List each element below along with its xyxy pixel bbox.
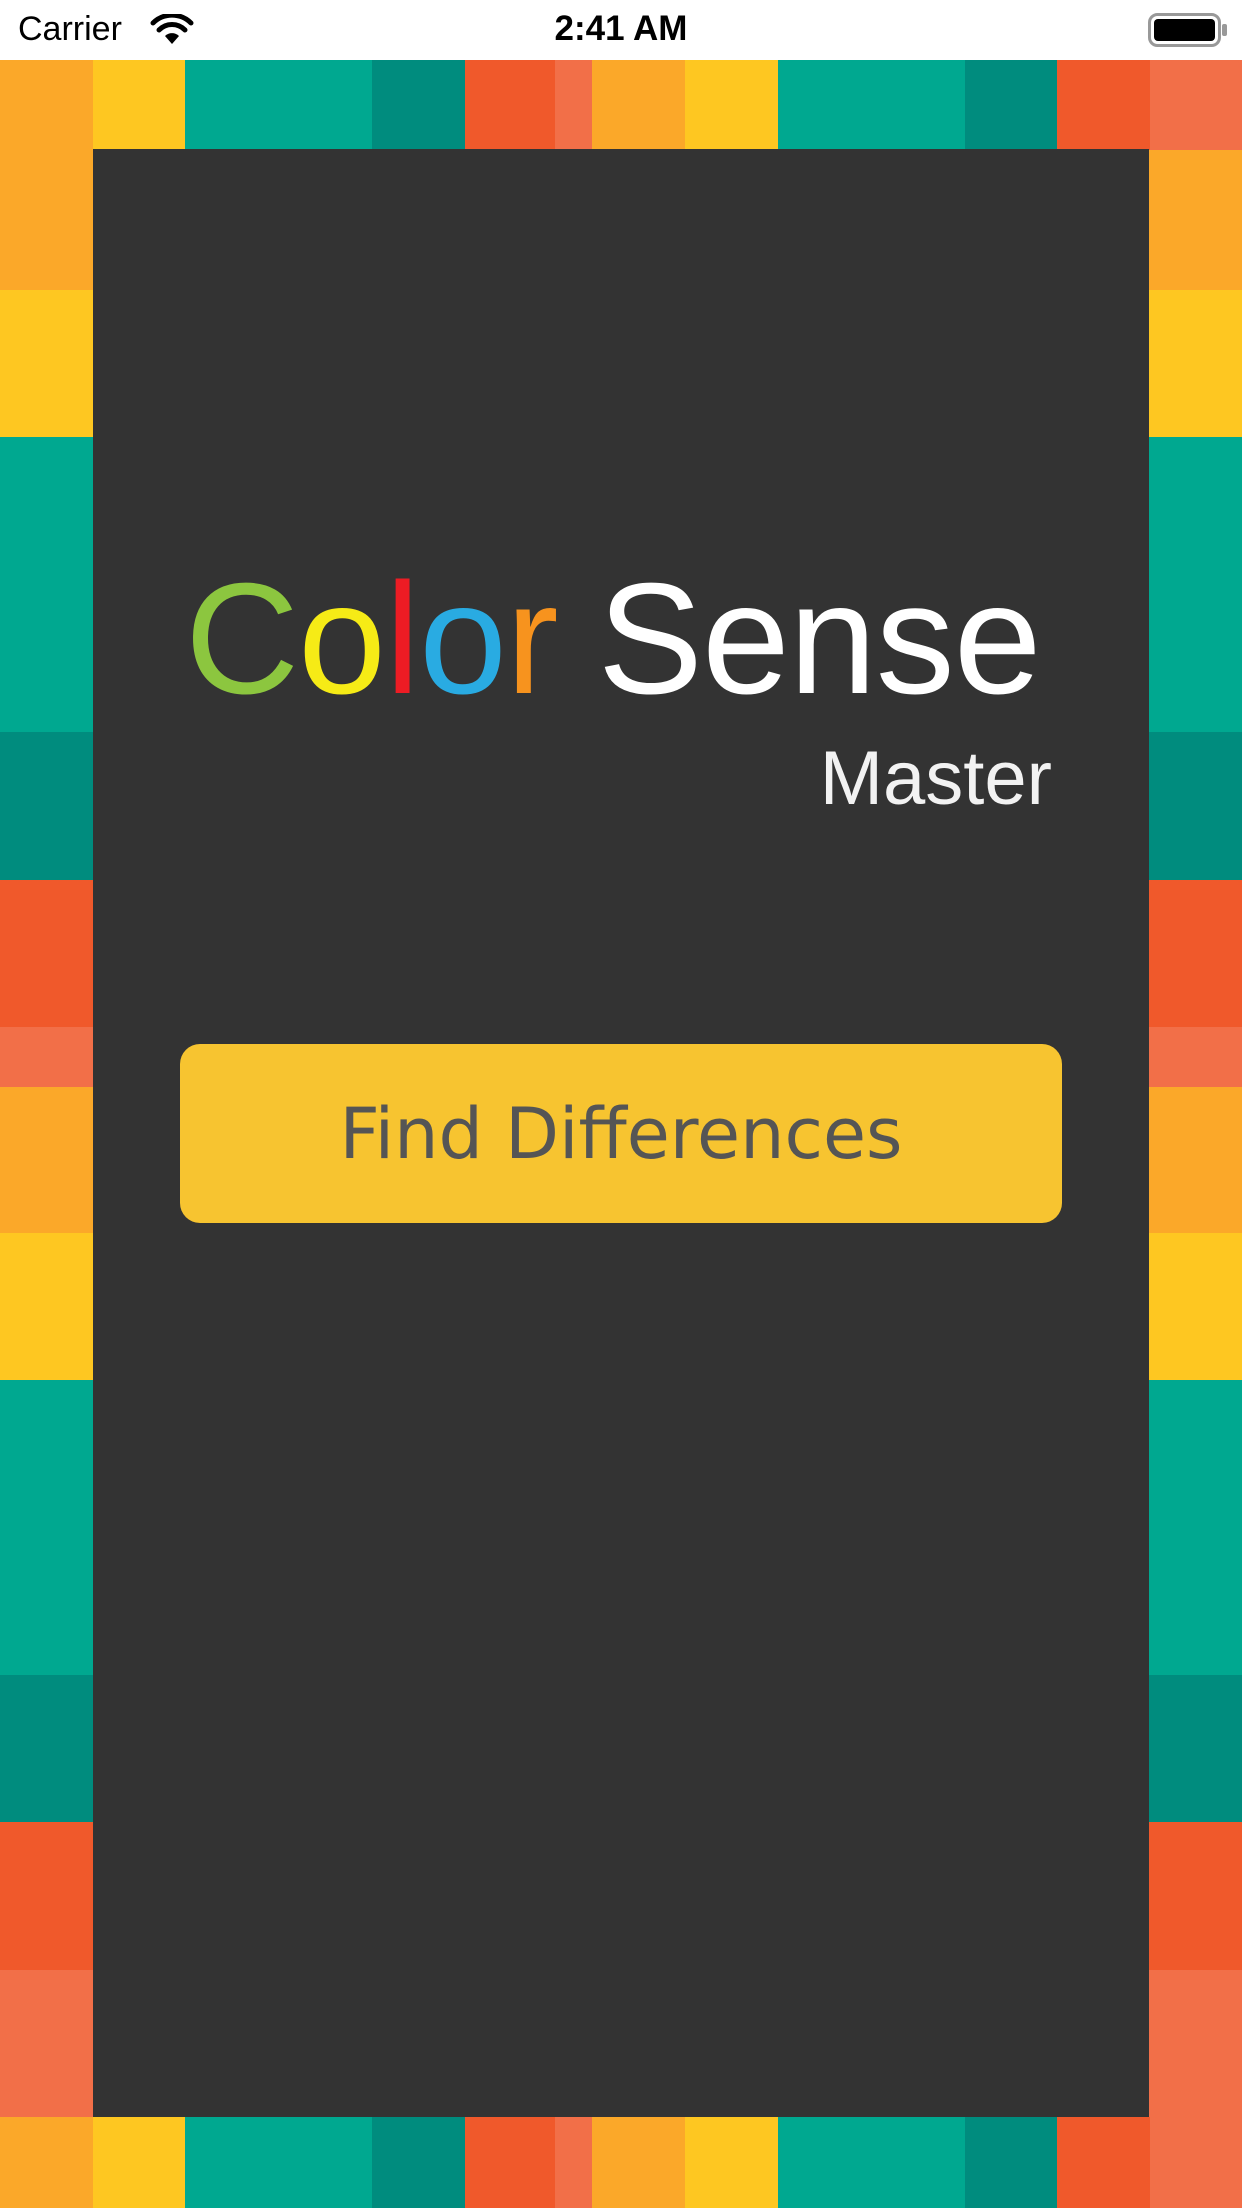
frame-tile (1149, 732, 1242, 880)
frame-tile (372, 2117, 465, 2208)
frame-tile (0, 1970, 93, 2117)
frame-tile (1149, 1380, 1242, 1675)
frame-tile (1149, 880, 1242, 1027)
logo-word-sense: Sense (597, 551, 1042, 727)
logo-letter: o (298, 551, 386, 727)
frame-tile (592, 2117, 685, 2208)
frame-tile (1149, 1027, 1242, 1087)
frame-tile (0, 1233, 93, 1380)
frame-tile (0, 880, 93, 1027)
frame-tile (1057, 2117, 1150, 2208)
frame-tile (465, 2117, 555, 2208)
frame-tile (555, 60, 592, 150)
frame-tile (1149, 1675, 1242, 1822)
frame-tile (93, 2117, 185, 2208)
frame-tile (465, 60, 555, 150)
frame-tile (778, 2117, 965, 2208)
status-bar: Carrier 2:41 AM (0, 0, 1242, 60)
frame-tile (0, 60, 93, 150)
frame-tile (778, 60, 965, 150)
frame-tile (685, 2117, 778, 2208)
frame-tile (0, 1822, 93, 1970)
frame-tile (1149, 290, 1242, 437)
frame-tile (0, 437, 93, 732)
frame-tile (0, 2117, 93, 2208)
battery-icon (1148, 13, 1227, 47)
frame-tile (1149, 1970, 1242, 2117)
logo-letter: l (384, 551, 420, 727)
frame-tile (1149, 150, 1242, 290)
frame-tile (185, 2117, 372, 2208)
logo-letter: r (505, 551, 559, 727)
frame-tile (372, 60, 465, 150)
frame-tile (93, 60, 185, 150)
frame-tile (185, 60, 372, 150)
frame-tile (555, 2117, 592, 2208)
frame-tile (1149, 1087, 1242, 1233)
logo-letter: C (185, 551, 299, 727)
frame-tile (965, 60, 1057, 150)
frame-tile (0, 150, 93, 290)
frame-tile (0, 1675, 93, 1822)
logo-subtitle: Master (819, 736, 1052, 821)
app-logo: Color Sense (185, 560, 1042, 718)
find-differences-button[interactable]: Find Differences (180, 1044, 1062, 1223)
frame-tile (0, 1027, 93, 1087)
frame-tile (592, 60, 685, 150)
frame-tile (685, 60, 778, 150)
frame-tile (1149, 1822, 1242, 1970)
frame-tile (1150, 2117, 1242, 2208)
logo-letter: o (419, 551, 507, 727)
frame-tile (1150, 60, 1242, 150)
frame-tile (965, 2117, 1057, 2208)
frame-tile (0, 290, 93, 437)
frame-tile (0, 732, 93, 880)
status-time: 2:41 AM (554, 9, 688, 48)
frame-tile (0, 1087, 93, 1233)
frame-tile (1149, 437, 1242, 732)
frame-tile (1149, 1233, 1242, 1380)
frame-tile (1057, 60, 1150, 150)
frame-tile (0, 1380, 93, 1675)
